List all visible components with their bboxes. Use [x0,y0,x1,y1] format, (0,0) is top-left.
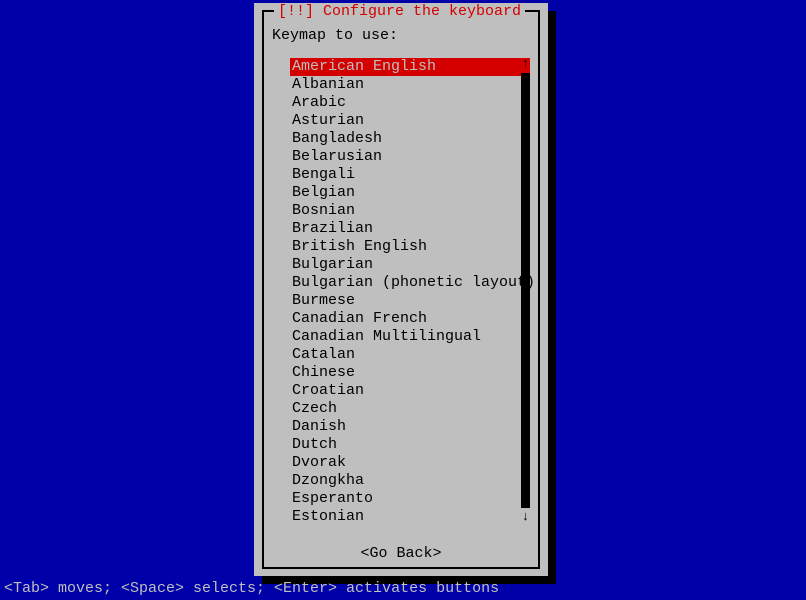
list-item[interactable]: Bengali [290,166,530,184]
list-item[interactable]: Bulgarian [290,256,530,274]
list-item[interactable]: Esperanto [290,490,530,508]
list-item[interactable]: British English [290,238,530,256]
list-item[interactable]: Arabic [290,94,530,112]
list-item[interactable]: Canadian French [290,310,530,328]
dialog: [!!] Configure the keyboard Keymap to us… [254,3,548,576]
list-item[interactable]: Czech [290,400,530,418]
list-item[interactable]: Asturian [290,112,530,130]
list-item[interactable]: Dutch [290,436,530,454]
scroll-track[interactable] [521,73,530,508]
list-item[interactable]: Catalan [290,346,530,364]
keymap-list[interactable]: American EnglishAlbanianArabicAsturianBa… [290,58,530,526]
list-item[interactable]: Danish [290,418,530,436]
scroll-up-icon[interactable]: ↑ [522,57,530,71]
go-back-button[interactable]: <Go Back> [272,545,530,562]
list-item[interactable]: Dvorak [290,454,530,472]
list-item[interactable]: American English [290,58,530,76]
list-item[interactable]: Estonian [290,508,530,526]
list-item[interactable]: Bosnian [290,202,530,220]
list-item[interactable]: Dzongkha [290,472,530,490]
list-item[interactable]: Chinese [290,364,530,382]
list-item[interactable]: Belgian [290,184,530,202]
list-item[interactable]: Bulgarian (phonetic layout) [290,274,530,292]
prompt-label: Keymap to use: [272,27,530,44]
scrollbar[interactable]: ↑ ↓ [521,57,530,524]
list-item[interactable]: Canadian Multilingual [290,328,530,346]
list-item[interactable]: Burmese [290,292,530,310]
list-item[interactable]: Brazilian [290,220,530,238]
dialog-inner: Keymap to use: American EnglishAlbanianA… [272,27,530,562]
list-item[interactable]: Belarusian [290,148,530,166]
list-item[interactable]: Albanian [290,76,530,94]
list-item[interactable]: Croatian [290,382,530,400]
list-item[interactable]: Bangladesh [290,130,530,148]
scroll-down-icon[interactable]: ↓ [522,510,530,524]
status-bar: <Tab> moves; <Space> selects; <Enter> ac… [4,580,499,597]
